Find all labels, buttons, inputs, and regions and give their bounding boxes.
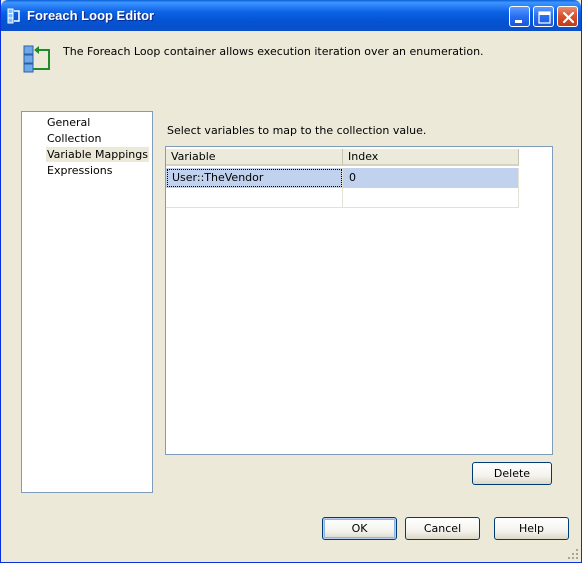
minimize-icon [515,20,522,23]
maximize-button[interactable] [533,6,554,27]
variable-mappings-grid[interactable]: Variable Index User::TheVendor 0 [165,146,553,455]
nav-item-collection[interactable]: Collection [46,131,102,146]
grid-header: Variable Index [166,149,519,166]
page-nav-list: General Collection Variable Mappings Exp… [21,111,153,493]
header-description: The Foreach Loop container allows execut… [63,45,484,58]
table-row[interactable]: User::TheVendor 0 [166,168,519,188]
delete-button[interactable]: Delete [472,462,552,485]
foreach-loop-title-icon [7,8,20,24]
cell-index[interactable]: 0 [343,168,519,188]
resize-grip-icon[interactable] [567,548,579,560]
nav-item-variable-mappings[interactable]: Variable Mappings [46,147,149,162]
foreach-loop-editor-window: Foreach Loop Editor The Foreach Loop con… [0,0,582,563]
maximize-icon [538,11,551,24]
minimize-button[interactable] [509,6,530,27]
ok-button[interactable]: OK [322,517,397,540]
cell-index[interactable] [343,188,519,208]
nav-item-general[interactable]: General [46,115,91,130]
help-button[interactable]: Help [494,517,569,540]
foreach-loop-icon [23,45,50,73]
cancel-button[interactable]: Cancel [405,517,480,540]
column-header-index[interactable]: Index [343,149,519,165]
title-bar[interactable]: Foreach Loop Editor [1,0,581,31]
close-icon [562,11,575,24]
cell-variable[interactable] [166,188,343,208]
window-title: Foreach Loop Editor [27,8,155,23]
close-button[interactable] [557,6,578,27]
nav-item-expressions[interactable]: Expressions [46,163,113,178]
column-header-variable[interactable]: Variable [166,149,343,165]
cell-variable[interactable]: User::TheVendor [166,168,343,188]
table-row-new[interactable] [166,188,519,208]
instruction-text: Select variables to map to the collectio… [167,124,427,137]
